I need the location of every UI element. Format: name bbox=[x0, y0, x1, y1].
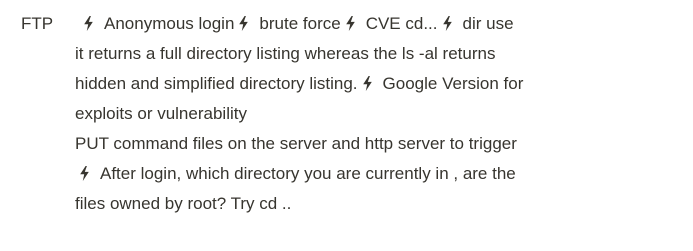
note-text: Google Version for bbox=[382, 74, 524, 93]
note-line: Anonymous login brute force CVE cd... di… bbox=[75, 9, 680, 39]
note-line: it returns a full directory listing wher… bbox=[75, 39, 680, 69]
note-text: brute force bbox=[259, 14, 341, 33]
note-text: Anonymous login bbox=[104, 14, 235, 33]
lightning-bolt-icon bbox=[83, 16, 94, 31]
note-text: hidden and simplified directory listing. bbox=[75, 74, 358, 93]
note-line: PUT command files on the server and http… bbox=[75, 129, 680, 159]
note-text: exploits or vulnerability bbox=[75, 104, 247, 123]
note-line: After login, which directory you are cur… bbox=[75, 159, 680, 189]
section-label: FTP bbox=[21, 14, 54, 33]
note-text: it returns a full directory listing wher… bbox=[75, 44, 496, 63]
lightning-bolt-icon bbox=[345, 16, 356, 31]
note-text: PUT command files on the server and http… bbox=[75, 134, 517, 153]
note-content: Anonymous login brute force CVE cd... di… bbox=[75, 9, 680, 219]
note-text: CVE cd... bbox=[365, 14, 438, 33]
lightning-bolt-icon bbox=[442, 16, 453, 31]
lightning-bolt-icon bbox=[362, 76, 373, 91]
note-line: files owned by root? Try cd .. bbox=[75, 189, 680, 219]
note-line: exploits or vulnerability bbox=[75, 99, 680, 129]
ftp-note: FTP Anonymous login brute force CVE cd..… bbox=[0, 0, 693, 251]
lightning-bolt-icon bbox=[238, 16, 249, 31]
note-line: hidden and simplified directory listing.… bbox=[75, 69, 680, 99]
note-text: dir use bbox=[462, 14, 514, 33]
note-text: files owned by root? Try cd .. bbox=[75, 194, 292, 213]
note-text: After login, which directory you are cur… bbox=[100, 164, 516, 183]
lightning-bolt-icon bbox=[79, 166, 90, 181]
